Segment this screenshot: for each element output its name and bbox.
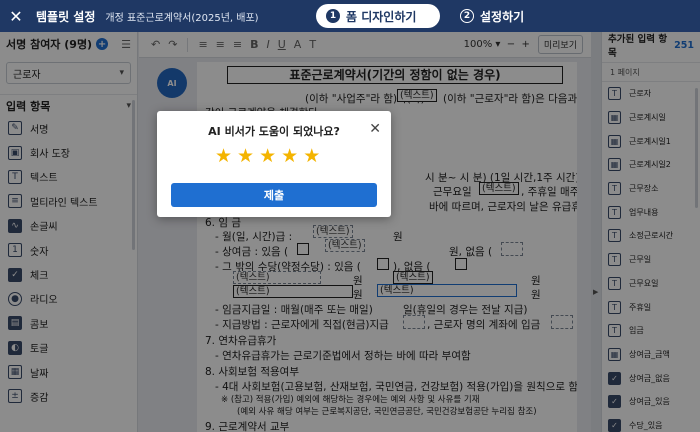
star-icon[interactable]: ★	[237, 147, 254, 166]
document-name: 개정 표준근로계약서(2025년, 배포)	[105, 12, 259, 24]
close-icon[interactable]: ✕	[0, 0, 32, 32]
step-label: 폼 디자인하기	[346, 9, 417, 24]
step-design[interactable]: 1 폼 디자인하기	[316, 4, 440, 28]
modal-title: AI 비서가 도움이 되었나요?	[208, 125, 340, 138]
step-number: 1	[326, 9, 340, 23]
star-icon[interactable]: ★	[303, 147, 320, 166]
star-rating: ★ ★ ★ ★ ★	[215, 147, 320, 166]
app-title: 템플릿 설정	[36, 9, 96, 24]
step-settings[interactable]: 2 설정하기	[450, 4, 546, 28]
step-number: 2	[460, 9, 474, 23]
step-indicator: 1 폼 디자인하기 2 설정하기	[316, 4, 546, 28]
feedback-modal: AI 비서가 도움이 되었나요? ✕ ★ ★ ★ ★ ★ 제출	[157, 111, 391, 217]
modal-backdrop[interactable]	[0, 32, 700, 432]
step-label: 설정하기	[480, 9, 525, 24]
star-icon[interactable]: ★	[215, 147, 232, 166]
top-bar: ✕ 템플릿 설정 개정 표준근로계약서(2025년, 배포) 1 폼 디자인하기…	[0, 0, 700, 32]
star-icon[interactable]: ★	[259, 147, 276, 166]
submit-button[interactable]: 제출	[171, 183, 377, 207]
close-icon[interactable]: ✕	[369, 121, 381, 137]
star-icon[interactable]: ★	[281, 147, 298, 166]
